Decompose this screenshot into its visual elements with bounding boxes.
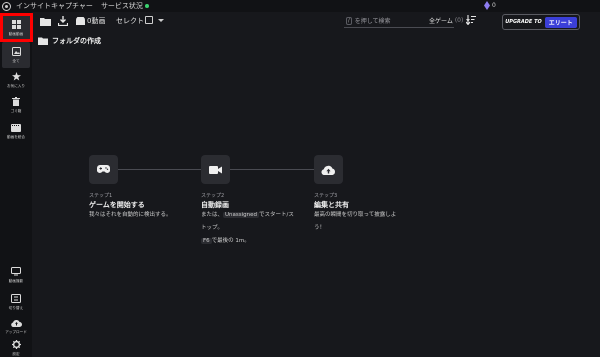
sort-icon[interactable]	[465, 15, 476, 27]
cloud-upload-icon	[321, 165, 335, 175]
status-dot-icon	[144, 4, 149, 8]
switch-icon	[11, 293, 21, 303]
search-shortcut-key: /	[346, 16, 352, 25]
step-2-desc-text: トップ。	[201, 225, 223, 231]
sidebar-item-label: 動画を統合	[7, 134, 25, 139]
step-1-icon-tile	[89, 155, 118, 184]
step-connector	[230, 169, 314, 170]
star-icon	[11, 71, 21, 81]
app-title: インサイトキャプチャー	[16, 2, 93, 10]
elite-badge: エリート	[544, 16, 577, 28]
select-label[interactable]: セレクト	[116, 16, 144, 26]
step-2-desc-text: でスタート/ス	[259, 212, 294, 218]
hotkey-badge: F6	[201, 238, 212, 244]
video-count: 0動画	[87, 17, 106, 25]
sidebar: 動画動画 全て お気に入り ゴミ箱 動画を統合 動画撮影 切り替え アップロード…	[0, 12, 32, 357]
game-filter-dropdown[interactable]: 全ゲーム (0)	[429, 16, 471, 25]
sidebar-item-favorites[interactable]: お気に入り	[2, 67, 30, 93]
sidebar-item-capture[interactable]: 動画撮影	[2, 262, 30, 288]
toolbar: 0動画 セレクト / を押して検索 全ゲーム (0) UPGRADE TO エリ…	[32, 12, 600, 30]
sidebar-item-merge[interactable]: 動画を統合	[2, 119, 30, 145]
game-filter-count: (0)	[454, 17, 464, 24]
sidebar-item-label: 設定	[12, 350, 20, 356]
folder-icon[interactable]	[39, 15, 51, 27]
sidebar-item-label: ゴミ箱	[10, 107, 22, 113]
create-folder-button[interactable]: フォルダの作成	[38, 36, 101, 46]
service-status-label: サービス状況	[100, 2, 143, 10]
app-logo-icon	[2, 1, 11, 11]
gem-count: 0	[492, 2, 496, 9]
sidebar-item-all[interactable]: 全て	[2, 42, 30, 68]
step-1-desc-text: 我々はそれを自動的に検出する。	[89, 212, 172, 218]
service-status-link[interactable]: サービス状況	[101, 1, 149, 11]
selection-highlight	[0, 13, 33, 42]
cloud-upload-icon	[10, 320, 22, 327]
sidebar-item-label: 切り替え	[8, 304, 24, 310]
video-library-icon	[74, 15, 86, 27]
sidebar-item-label: アップロード	[5, 329, 27, 334]
sidebar-item-settings[interactable]: 設定	[2, 335, 30, 357]
film-icon	[11, 124, 21, 132]
sidebar-item-label: 全て	[12, 57, 20, 63]
trash-icon	[12, 96, 20, 106]
title-bar: インサイトキャプチャー サービス状況 0	[0, 0, 600, 12]
video-camera-icon	[209, 165, 222, 174]
game-filter-label: 全ゲーム	[429, 18, 453, 25]
step-2-description: または、 Unassigned でスタート/ス トップ。 F6 で最後の 1m。	[201, 209, 311, 248]
step-3-description: 最高の瞬間を切り取って披露しよ う！	[314, 209, 414, 235]
monitor-icon	[11, 266, 21, 275]
step-2-desc-text: または、	[201, 212, 224, 218]
select-all-checkbox[interactable]	[145, 16, 153, 24]
upgrade-button[interactable]: UPGRADE TO エリート	[502, 14, 580, 30]
sidebar-item-trash[interactable]: ゴミ箱	[2, 92, 30, 118]
step-3-desc-text: う！	[314, 225, 326, 231]
step-connector	[118, 169, 201, 170]
sidebar-item-label: お気に入り	[7, 82, 25, 88]
create-folder-label: フォルダの作成	[52, 37, 101, 45]
upgrade-label: UPGRADE TO	[505, 19, 542, 25]
photo-icon	[11, 46, 21, 56]
hotkey-badge: Unassigned	[223, 212, 260, 218]
step-3-desc-text: 最高の瞬間を切り取って披露しよ	[314, 212, 397, 218]
gamepad-icon	[97, 165, 110, 173]
gem-icon	[484, 1, 490, 10]
gear-icon	[11, 339, 21, 349]
step-3-icon-tile	[314, 155, 343, 184]
step-2-desc-text: で最後の 1m。	[211, 238, 250, 244]
download-icon[interactable]	[57, 15, 69, 27]
search-placeholder: を押して検索	[354, 18, 391, 25]
step-1-description: 我々はそれを自動的に検出する。	[89, 209, 172, 222]
step-1-number: ステップ1	[89, 193, 113, 199]
step-2-icon-tile	[201, 155, 230, 184]
chevron-down-icon[interactable]	[158, 19, 164, 22]
step-2-number: ステップ2	[201, 193, 225, 199]
step-3-number: ステップ3	[314, 193, 338, 199]
folder-icon	[38, 37, 48, 45]
sidebar-item-label: 動画撮影	[8, 277, 24, 283]
gem-counter[interactable]: 0	[484, 1, 496, 10]
sidebar-item-switch[interactable]: 切り替え	[2, 289, 30, 315]
